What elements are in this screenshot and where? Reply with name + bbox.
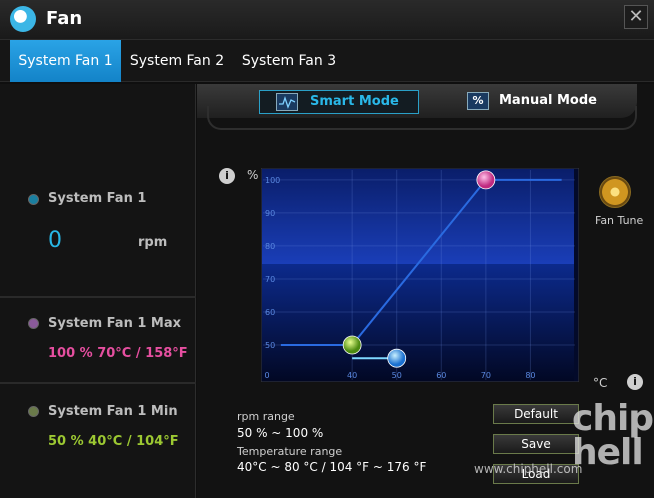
current-fan-label: System Fan 1: [48, 191, 147, 206]
min-point-handle[interactable]: [342, 335, 362, 355]
x-tick-label: 70: [481, 371, 491, 380]
title-bar: Fan ✕: [0, 0, 654, 40]
current-rpm-value: 0: [48, 228, 62, 253]
y-unit-label: %: [247, 168, 259, 182]
max-section: System Fan 1 Max 100 % 70°C / 158°F: [0, 298, 196, 384]
waveform-icon: [276, 93, 298, 111]
current-speed-section: System Fan 1 0 rpm: [0, 84, 196, 298]
min-dot-icon: [28, 406, 39, 417]
manual-mode-label: Manual Mode: [499, 93, 597, 108]
chart-lower-zone: [262, 264, 574, 381]
y-tick-label: 70: [265, 275, 275, 284]
y-tick-label: 100: [265, 176, 280, 185]
y-tick-label: 80: [265, 242, 275, 251]
min-section: System Fan 1 Min 50 % 40°C / 104°F: [0, 384, 196, 498]
max-dot-icon: [28, 318, 39, 329]
y-tick-label: 50: [265, 341, 275, 350]
chart-upper-zone: [262, 169, 574, 264]
x-tick-label: 50: [392, 371, 402, 380]
info-icon[interactable]: i: [219, 168, 235, 184]
status-dot-icon: [28, 194, 39, 205]
percent-icon: %: [467, 92, 489, 110]
fan-status-panel: System Fan 1 0 rpm System Fan 1 Max 100 …: [0, 84, 196, 498]
watermark-url: www.chiphell.com: [474, 462, 583, 476]
min-label: System Fan 1 Min: [48, 404, 178, 419]
x-tick-label: 0: [264, 371, 269, 380]
temp-range-value: 40°C ~ 80 °C / 104 °F ~ 176 °F: [237, 460, 427, 474]
tab-system-fan-2[interactable]: System Fan 2: [124, 40, 230, 82]
y-tick-label: 60: [265, 308, 275, 317]
x-tick-label: 40: [347, 371, 357, 380]
watermark-logo: chip hell: [572, 398, 654, 473]
save-button[interactable]: Save: [493, 434, 579, 454]
smart-mode-label: Smart Mode: [310, 94, 399, 109]
x-tick-label: 80: [525, 371, 535, 380]
info-icon-right[interactable]: i: [627, 374, 643, 390]
rpm-unit: rpm: [138, 235, 168, 250]
max-label: System Fan 1 Max: [48, 316, 182, 331]
default-button[interactable]: Default: [493, 404, 579, 424]
rpm-range-label: rpm range: [237, 410, 295, 423]
max-point-handle[interactable]: [476, 170, 496, 190]
fan-curve-chart[interactable]: 0 40 50 60 70 80 50 60 70 80 90 100: [261, 168, 579, 382]
tab-bar: System Fan 1 System Fan 2 System Fan 3: [0, 40, 654, 82]
window-title: Fan: [46, 8, 83, 29]
temp-range-label: Temperature range: [237, 445, 343, 458]
manual-mode-button[interactable]: % Manual Mode: [465, 90, 625, 114]
x-tick-label: 60: [436, 371, 446, 380]
close-button[interactable]: ✕: [624, 5, 648, 29]
tab-system-fan-1[interactable]: System Fan 1: [10, 40, 121, 82]
y-tick-label: 90: [265, 209, 275, 218]
x-unit-label: °C: [593, 376, 608, 390]
rpm-range-value: 50 % ~ 100 %: [237, 426, 324, 440]
current-rpm-handle[interactable]: [387, 348, 407, 368]
fan-tune-label: Fan Tune: [595, 214, 644, 227]
min-value: 50 % 40°C / 104°F: [48, 434, 179, 449]
max-value: 100 % 70°C / 158°F: [48, 346, 188, 361]
fan-tune-icon[interactable]: [599, 176, 631, 208]
fan-logo-icon: [10, 6, 36, 32]
smart-mode-button[interactable]: Smart Mode: [259, 90, 419, 114]
tab-system-fan-3[interactable]: System Fan 3: [236, 40, 342, 82]
